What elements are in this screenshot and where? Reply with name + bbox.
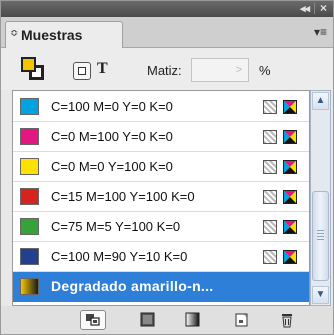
cmyk-mode-icon xyxy=(283,220,297,234)
swatch-color-chip xyxy=(20,278,39,295)
process-color-icon xyxy=(263,250,277,264)
title-separator xyxy=(314,3,315,14)
matiz-input[interactable]: > xyxy=(191,58,249,82)
matiz-arrow-icon[interactable]: > xyxy=(232,62,246,78)
percent-label: % xyxy=(259,63,271,78)
process-color-icon xyxy=(263,220,277,234)
process-color-icon xyxy=(263,100,277,114)
formatting-affects-container-icon[interactable] xyxy=(73,62,91,80)
cmyk-mode-icon xyxy=(283,130,297,144)
swatch-color-chip xyxy=(20,188,39,205)
swatch-name: Degradado amarillo-n... xyxy=(51,278,214,294)
panel-menu-icon[interactable]: ▾≡ xyxy=(314,25,327,39)
swatch-name: C=100 M=0 Y=0 K=0 xyxy=(51,99,173,114)
container-square xyxy=(78,67,86,75)
swatch-color-chip xyxy=(20,158,39,175)
swatch-row[interactable]: C=75 M=5 Y=100 K=0 xyxy=(13,212,309,242)
scroll-grip xyxy=(317,230,324,231)
swatch-row[interactable]: C=0 M=0 Y=100 K=0 xyxy=(13,152,309,182)
close-icon[interactable]: × xyxy=(320,1,327,15)
fill-stroke-icon[interactable] xyxy=(21,57,47,83)
swatch-controls: T Matiz: > % xyxy=(1,48,333,90)
show-gradient-swatches-icon[interactable] xyxy=(180,310,206,330)
process-color-icon xyxy=(263,130,277,144)
swatch-list[interactable]: C=100 M=0 Y=0 K=0 C=0 M=100 Y=0 K=0 C=0 M=… xyxy=(12,90,310,306)
panel-bottom-bar xyxy=(1,306,333,334)
fill-box[interactable] xyxy=(21,57,36,72)
cmyk-mode-icon xyxy=(283,190,297,204)
collapse-icon[interactable]: ◂◂ xyxy=(300,2,310,15)
swatch-color-chip xyxy=(20,98,39,115)
swatch-row[interactable]: C=100 M=0 Y=0 K=0 xyxy=(13,92,309,122)
tab-arrows-icon[interactable]: ≎ xyxy=(10,28,18,39)
swatch-row[interactable]: C=0 M=100 Y=0 K=0 xyxy=(13,122,309,152)
scroll-up-icon[interactable]: ▲ xyxy=(312,92,329,110)
swatch-row[interactable]: C=100 M=90 Y=10 K=0 xyxy=(13,242,309,272)
panel-tab-row: ≎ Muestras ▾≡ xyxy=(1,17,333,48)
scroll-thumb[interactable] xyxy=(312,191,329,281)
swatch-color-chip xyxy=(20,128,39,145)
panel-title-bar[interactable]: ◂◂ × xyxy=(1,1,333,17)
swatch-row[interactable]: Degradado amarillo-n... xyxy=(13,272,309,302)
new-swatch-icon[interactable] xyxy=(229,310,255,330)
swatch-color-chip xyxy=(20,218,39,235)
process-color-icon xyxy=(263,190,277,204)
swatch-name: C=0 M=0 Y=100 K=0 xyxy=(51,159,173,174)
cmyk-mode-icon xyxy=(283,250,297,264)
swatch-color-chip xyxy=(20,248,39,265)
show-all-swatches-icon[interactable] xyxy=(80,310,106,330)
delete-swatch-icon[interactable] xyxy=(274,310,300,330)
process-color-icon xyxy=(263,160,277,174)
tab-label: Muestras xyxy=(21,27,83,43)
swatch-name: C=75 M=5 Y=100 K=0 xyxy=(51,219,181,234)
swatch-name: C=100 M=90 Y=10 K=0 xyxy=(51,249,188,264)
swatch-name: C=15 M=100 Y=100 K=0 xyxy=(51,189,195,204)
cmyk-mode-icon xyxy=(283,160,297,174)
scroll-down-icon[interactable]: ▼ xyxy=(312,286,329,304)
tab-muestras[interactable]: ≎ Muestras xyxy=(5,21,123,48)
matiz-label: Matiz: xyxy=(147,63,182,78)
cmyk-mode-icon xyxy=(283,100,297,114)
swatch-row[interactable]: C=15 M=100 Y=100 K=0 xyxy=(13,182,309,212)
show-color-swatches-icon[interactable] xyxy=(135,310,161,330)
swatch-name: C=0 M=100 Y=0 K=0 xyxy=(51,129,173,144)
swatches-panel: ◂◂ × ≎ Muestras ▾≡ T Matiz: > % C=100 M=… xyxy=(0,0,334,335)
formatting-affects-text-button[interactable]: T xyxy=(97,60,108,78)
list-scrollbar[interactable]: ▲ ▼ xyxy=(310,90,331,306)
